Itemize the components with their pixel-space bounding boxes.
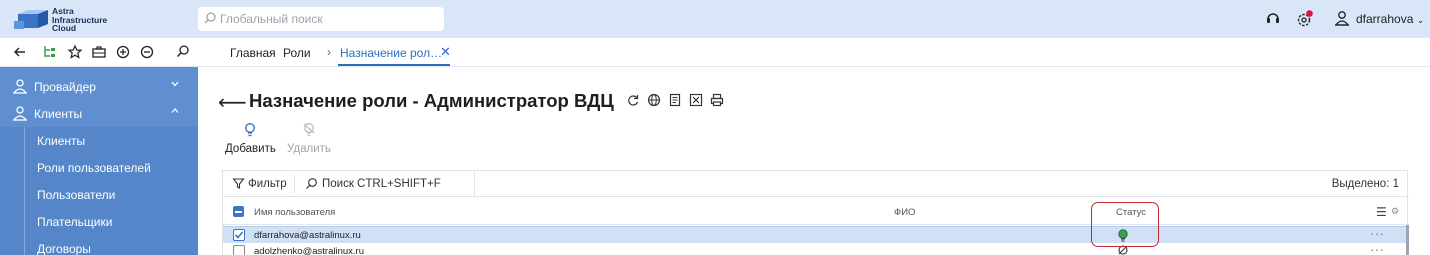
sidebar-toolbar <box>0 38 198 67</box>
tab-close-icon[interactable]: ✕ <box>440 44 451 60</box>
breadcrumb-home[interactable]: Главная <box>230 46 276 60</box>
collapse-all-icon[interactable] <box>139 44 155 60</box>
grid-scrollbar[interactable] <box>1406 225 1409 255</box>
sidebar-item-contracts[interactable]: Договоры <box>0 235 198 255</box>
logo-line-3: Cloud <box>52 23 77 33</box>
lightbulb-icon <box>245 123 256 137</box>
lightbulb-off-icon <box>303 123 315 137</box>
chevron-up-icon <box>171 108 179 113</box>
row-checkbox[interactable] <box>233 245 245 255</box>
sidebar-item-user-roles[interactable]: Роли пользователей <box>0 154 198 181</box>
sidebar: Провайдер Клиенты Клиенты Роли пользоват… <box>0 67 198 255</box>
breadcrumb-roles[interactable]: Роли <box>283 46 311 60</box>
columns-menu-icon[interactable]: ☰ <box>1376 205 1387 219</box>
username-cell: adolzhenko@astralinux.ru <box>254 246 364 255</box>
sidebar-item-clients[interactable]: Клиенты <box>0 127 198 154</box>
grid-search-input[interactable]: Поиск CTRL+SHIFT+F <box>322 178 441 190</box>
menu-search-icon[interactable] <box>175 44 191 60</box>
add-button[interactable]: Добавить <box>225 122 276 155</box>
sidebar-item-provider[interactable]: Провайдер <box>0 73 198 100</box>
filter-button[interactable]: Фильтр <box>248 178 287 190</box>
expand-all-icon[interactable] <box>115 44 131 60</box>
grid-header: Имя пользователя ФИО Статус ☰ ⚙ <box>223 198 1409 225</box>
global-search[interactable] <box>198 7 444 31</box>
search-icon <box>306 178 317 189</box>
active-tab-indicator <box>338 64 450 66</box>
global-search-input[interactable] <box>220 7 440 31</box>
delete-button-label: Удалить <box>287 143 331 155</box>
column-header-fio[interactable]: ФИО <box>894 207 915 218</box>
chevron-down-icon <box>171 81 179 87</box>
sidebar-item-label: Провайдер <box>34 80 96 94</box>
app-logo[interactable]: Astra Infrastructure Cloud <box>14 6 184 32</box>
filter-icon <box>232 178 245 189</box>
sidebar-item-label: Пользователи <box>37 188 116 202</box>
tab-role-assignment[interactable]: Назначение рол… <box>340 46 442 60</box>
table-row[interactable]: dfarrahova@astralinux.ru ··· <box>223 225 1409 243</box>
grid-settings-icon[interactable]: ⚙ <box>1391 206 1399 217</box>
user-icon <box>13 106 27 121</box>
refresh-icon[interactable] <box>626 93 640 107</box>
row-checkbox[interactable] <box>233 229 245 241</box>
sidebar-item-label: Плательщики <box>37 215 113 229</box>
username-menu[interactable]: dfarrahova ⌄ <box>1356 12 1424 26</box>
status-highlight-annotation <box>1091 202 1159 247</box>
logo-mark-icon <box>14 10 48 29</box>
document-icon[interactable] <box>668 93 682 107</box>
sidebar-item-users[interactable]: Пользователи <box>0 181 198 208</box>
globe-icon[interactable] <box>647 93 661 107</box>
toolbar-divider <box>474 171 475 197</box>
row-actions-menu-icon[interactable]: ··· <box>1370 225 1384 241</box>
sidebar-item-payers[interactable]: Плательщики <box>0 208 198 235</box>
search-icon <box>204 12 216 24</box>
collapse-back-icon[interactable] <box>12 44 28 60</box>
username-label: dfarrahova <box>1356 12 1414 26</box>
tree-line <box>24 154 25 181</box>
user-icon <box>13 79 27 94</box>
username-cell: dfarrahova@astralinux.ru <box>254 230 361 241</box>
print-icon[interactable] <box>710 93 724 107</box>
top-bar: Astra Infrastructure Cloud dfarrahova ⌄ <box>0 0 1430 38</box>
notification-dot <box>1306 10 1313 17</box>
delete-button[interactable]: Удалить <box>287 122 331 155</box>
table-row[interactable]: adolzhenko@astralinux.ru ··· <box>223 241 1409 255</box>
briefcase-icon[interactable] <box>91 44 107 60</box>
tree-view-icon[interactable] <box>42 44 58 60</box>
favorites-star-icon[interactable] <box>67 44 83 60</box>
back-arrow-icon[interactable]: ⟵ <box>218 90 247 115</box>
selected-count: Выделено: 1 <box>1331 178 1399 190</box>
breadcrumb-separator-icon: › <box>327 45 331 59</box>
page-title: Назначение роли - Администратор ВДЦ <box>249 90 614 111</box>
toolbar-divider <box>294 175 295 193</box>
sidebar-item-label: Роли пользователей <box>37 161 151 175</box>
settings-gear-icon[interactable] <box>1296 10 1314 28</box>
tree-line <box>24 208 25 235</box>
row-actions-menu-icon[interactable]: ··· <box>1370 241 1384 255</box>
grid-toolbar: Фильтр Поиск CTRL+SHIFT+F Выделено: 1 <box>223 171 1409 197</box>
breadcrumb: Главная Роли › Назначение рол… ✕ <box>198 38 1430 67</box>
logo-text: Astra Infrastructure Cloud <box>52 7 107 33</box>
tree-line <box>24 235 25 255</box>
tree-line <box>24 181 25 208</box>
export-excel-icon[interactable] <box>689 93 703 107</box>
sidebar-item-label: Клиенты <box>34 107 83 121</box>
column-header-username[interactable]: Имя пользователя <box>254 207 335 218</box>
sidebar-item-label: Договоры <box>37 242 91 255</box>
checkmark-icon <box>234 231 244 239</box>
tree-line <box>24 127 25 154</box>
user-avatar-icon[interactable] <box>1334 10 1350 26</box>
support-headset-icon[interactable] <box>1265 10 1281 26</box>
users-grid: Фильтр Поиск CTRL+SHIFT+F Выделено: 1 Им… <box>222 170 1409 255</box>
sidebar-item-clients-section[interactable]: Клиенты <box>0 100 198 127</box>
sidebar-item-label: Клиенты <box>37 134 86 148</box>
select-all-checkbox[interactable] <box>233 206 244 217</box>
add-button-label: Добавить <box>225 143 276 155</box>
chevron-down-icon: ⌄ <box>1416 15 1425 25</box>
